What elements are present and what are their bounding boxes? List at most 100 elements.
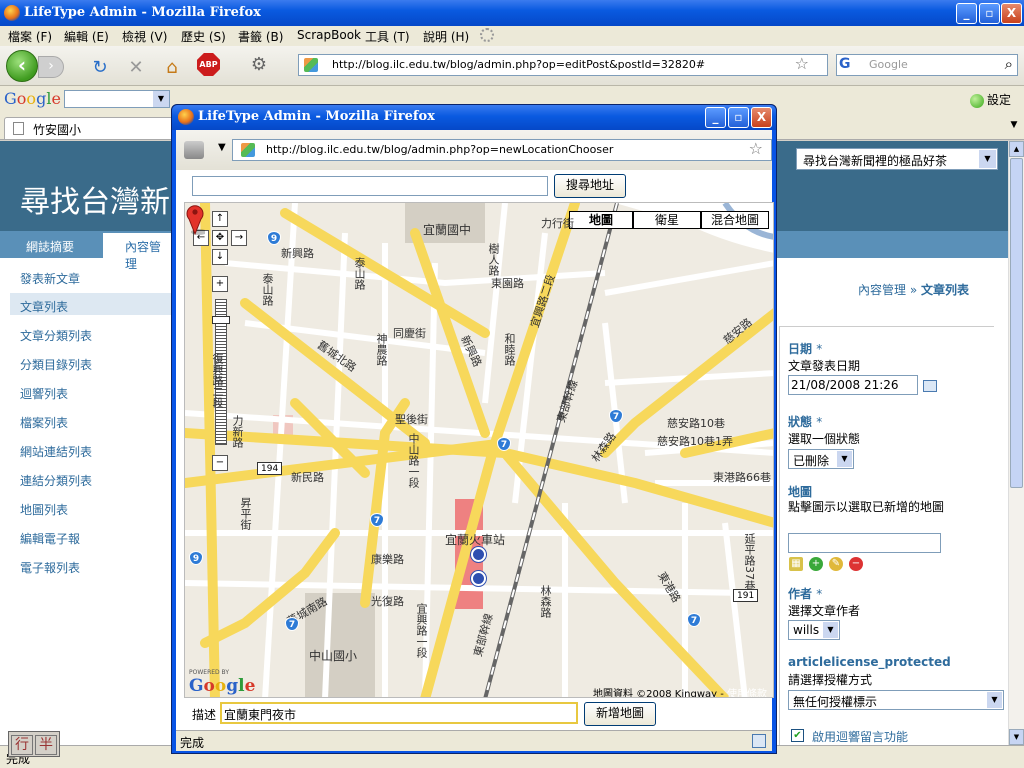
author-select[interactable]: wills ▼ <box>788 620 840 640</box>
edit-icon[interactable]: ✎ <box>829 557 843 571</box>
menu-file[interactable]: 檔案 (F) <box>8 28 52 45</box>
sidebar-item-files[interactable]: 檔案列表 <box>20 414 68 431</box>
zoom-slider-thumb[interactable] <box>212 316 230 324</box>
site-favicon-icon <box>241 143 255 157</box>
ime-mode-button[interactable]: 行 <box>11 735 33 755</box>
pan-center-icon[interactable]: ✥ <box>212 230 228 246</box>
menu-view[interactable]: 檢視 (V) <box>122 28 167 45</box>
address-input[interactable] <box>192 176 548 196</box>
menu-edit[interactable]: 編輯 (E) <box>64 28 109 45</box>
sidebar-item-post-categories[interactable]: 文章分類列表 <box>20 327 92 344</box>
map-label: 中山國小 <box>309 649 358 663</box>
tab-summary[interactable]: 網誌摘要 <box>26 238 74 255</box>
stop-icon[interactable]: ✕ <box>126 58 146 78</box>
map-label: 神農路 <box>375 333 388 366</box>
map-attribution: 地圖資料 ©2008 Kingway - 使用條款 <box>593 685 767 698</box>
popup-url-bar[interactable]: http://blog.ilc.edu.tw/blog/admin.php?op… <box>232 139 772 161</box>
zoom-in-icon[interactable]: + <box>212 276 228 292</box>
sidebar-item-edit-newsletter[interactable]: 編輯電子報 <box>20 530 80 547</box>
sidebar-item-global-categories[interactable]: 分類目錄列表 <box>20 356 92 373</box>
sidebar-item-new-post[interactable]: 發表新文章 <box>20 270 80 287</box>
ime-toolbar[interactable]: 行 半 <box>8 731 60 757</box>
menu-help[interactable]: 說明 (H) <box>423 28 469 45</box>
scroll-down-icon[interactable]: ▼ <box>1009 729 1024 745</box>
firefox-icon <box>4 5 20 21</box>
status-select[interactable]: 已刪除 ▼ <box>788 449 854 469</box>
date-field[interactable]: 21/08/2008 21:26 <box>788 375 918 395</box>
remove-icon[interactable]: − <box>849 557 863 571</box>
home-icon[interactable]: ⌂ <box>162 58 182 78</box>
popup-minimize-button[interactable]: _ <box>705 107 726 128</box>
tab-active[interactable]: 竹安國小 <box>4 117 174 139</box>
date-heading: 日期 * <box>788 340 822 357</box>
map-type-hybrid[interactable]: 混合地圖 <box>701 211 769 229</box>
menu-tools[interactable]: 工具 (T) <box>365 28 410 45</box>
calendar-icon[interactable] <box>923 380 937 392</box>
add-icon[interactable]: + <box>809 557 823 571</box>
bookmark-star-icon[interactable]: ☆ <box>795 54 809 73</box>
chevron-down-icon[interactable]: ▼ <box>823 622 838 638</box>
search-input[interactable]: G Google ⌕ <box>836 54 1018 76</box>
google-search-icon[interactable]: G <box>839 56 855 74</box>
train-station-icon <box>471 547 486 562</box>
plugin-icon[interactable] <box>184 141 204 159</box>
plugin-icon[interactable]: ⚙ <box>249 55 269 75</box>
map-type-map[interactable]: 地圖 <box>569 211 633 229</box>
close-button[interactable]: X <box>1001 3 1022 24</box>
tab-list-icon[interactable]: ▼ <box>1007 120 1021 136</box>
chevron-down-icon[interactable]: ▼ <box>837 451 852 467</box>
scroll-thumb[interactable] <box>1010 158 1023 488</box>
map-type-satellite[interactable]: 衛星 <box>633 211 701 229</box>
pan-up-icon[interactable]: ↑ <box>212 211 228 227</box>
sidebar-item-links[interactable]: 網站連結列表 <box>20 443 92 460</box>
pan-right-icon[interactable]: → <box>231 230 247 246</box>
ime-width-button[interactable]: 半 <box>35 735 57 755</box>
terms-link[interactable]: 使用條款 <box>727 689 767 697</box>
scroll-up-icon[interactable]: ▲ <box>1009 141 1024 157</box>
reload-icon[interactable]: ↻ <box>90 58 110 78</box>
bookmark-star-icon[interactable]: ☆ <box>749 139 763 158</box>
minimize-button[interactable]: _ <box>956 3 977 24</box>
chevron-down-icon[interactable]: ▼ <box>153 91 169 107</box>
license-select[interactable]: 無任何授權標示 ▼ <box>788 690 1004 710</box>
google-toolbar-input[interactable]: ▼ <box>64 90 170 108</box>
required-mark: * <box>816 342 823 356</box>
sidebar-item-newsletters[interactable]: 電子報列表 <box>20 559 80 576</box>
description-input[interactable]: 宜蘭東門夜市 <box>220 702 578 724</box>
menu-scrapbook[interactable]: ScrapBook <box>297 28 361 42</box>
location-marker-icon[interactable] <box>185 203 205 235</box>
sidebar-item-link-categories[interactable]: 連結分類列表 <box>20 472 92 489</box>
sidebar-item-maps[interactable]: 地圖列表 <box>20 501 68 518</box>
author-label: 作者 <box>788 587 813 601</box>
popup-close-button[interactable]: X <box>751 107 772 128</box>
attribution-text: 地圖資料 ©2008 Kingway - <box>593 689 728 698</box>
zoom-out-icon[interactable]: − <box>212 455 228 471</box>
map-select-icon[interactable]: ▦ <box>789 557 803 571</box>
back-button[interactable]: ‹ <box>6 50 38 82</box>
map-field[interactable] <box>788 533 941 553</box>
add-map-button[interactable]: 新增地圖 <box>584 702 656 726</box>
magnifier-icon[interactable]: ⌕ <box>1005 55 1013 73</box>
page-scrollbar[interactable]: ▲ ▼ <box>1008 141 1024 745</box>
pan-down-icon[interactable]: ↓ <box>212 249 228 265</box>
sidebar-item-posts[interactable]: 文章列表 <box>20 298 68 315</box>
page-icon <box>13 122 24 135</box>
chevron-down-icon[interactable]: ▼ <box>987 692 1002 708</box>
map-canvas[interactable]: 地圖 衛星 混合地圖 ↑ ← ✥ → ↓ + − 宜蘭國中 力行街 新興路 泰山… <box>184 202 774 698</box>
popup-body: ▼ http://blog.ilc.edu.tw/blog/admin.php?… <box>176 130 774 751</box>
forward-button[interactable]: › <box>38 56 64 78</box>
popup-maximize-button[interactable]: ▫ <box>728 107 749 128</box>
trackback-checkbox[interactable]: ✔ <box>791 729 804 742</box>
chevron-down-icon[interactable]: ▼ <box>218 142 226 153</box>
blog-selector[interactable]: 尋找台灣新聞裡的極品好茶 ▼ <box>796 148 998 170</box>
breadcrumb-parent[interactable]: 內容管理 <box>858 283 906 297</box>
url-bar[interactable]: http://blog.ilc.edu.tw/blog/admin.php?op… <box>298 54 828 76</box>
search-address-button[interactable]: 搜尋地址 <box>554 174 626 198</box>
maximize-button[interactable]: ▫ <box>979 3 1000 24</box>
chevron-down-icon[interactable]: ▼ <box>979 150 996 168</box>
menu-history[interactable]: 歷史 (S) <box>181 28 226 45</box>
google-settings[interactable]: 設定 <box>970 91 1011 108</box>
menu-bookmarks[interactable]: 書籤 (B) <box>238 28 283 45</box>
sidebar-item-comments[interactable]: 迴響列表 <box>20 385 68 402</box>
map-label: 和睦路 <box>503 333 516 366</box>
